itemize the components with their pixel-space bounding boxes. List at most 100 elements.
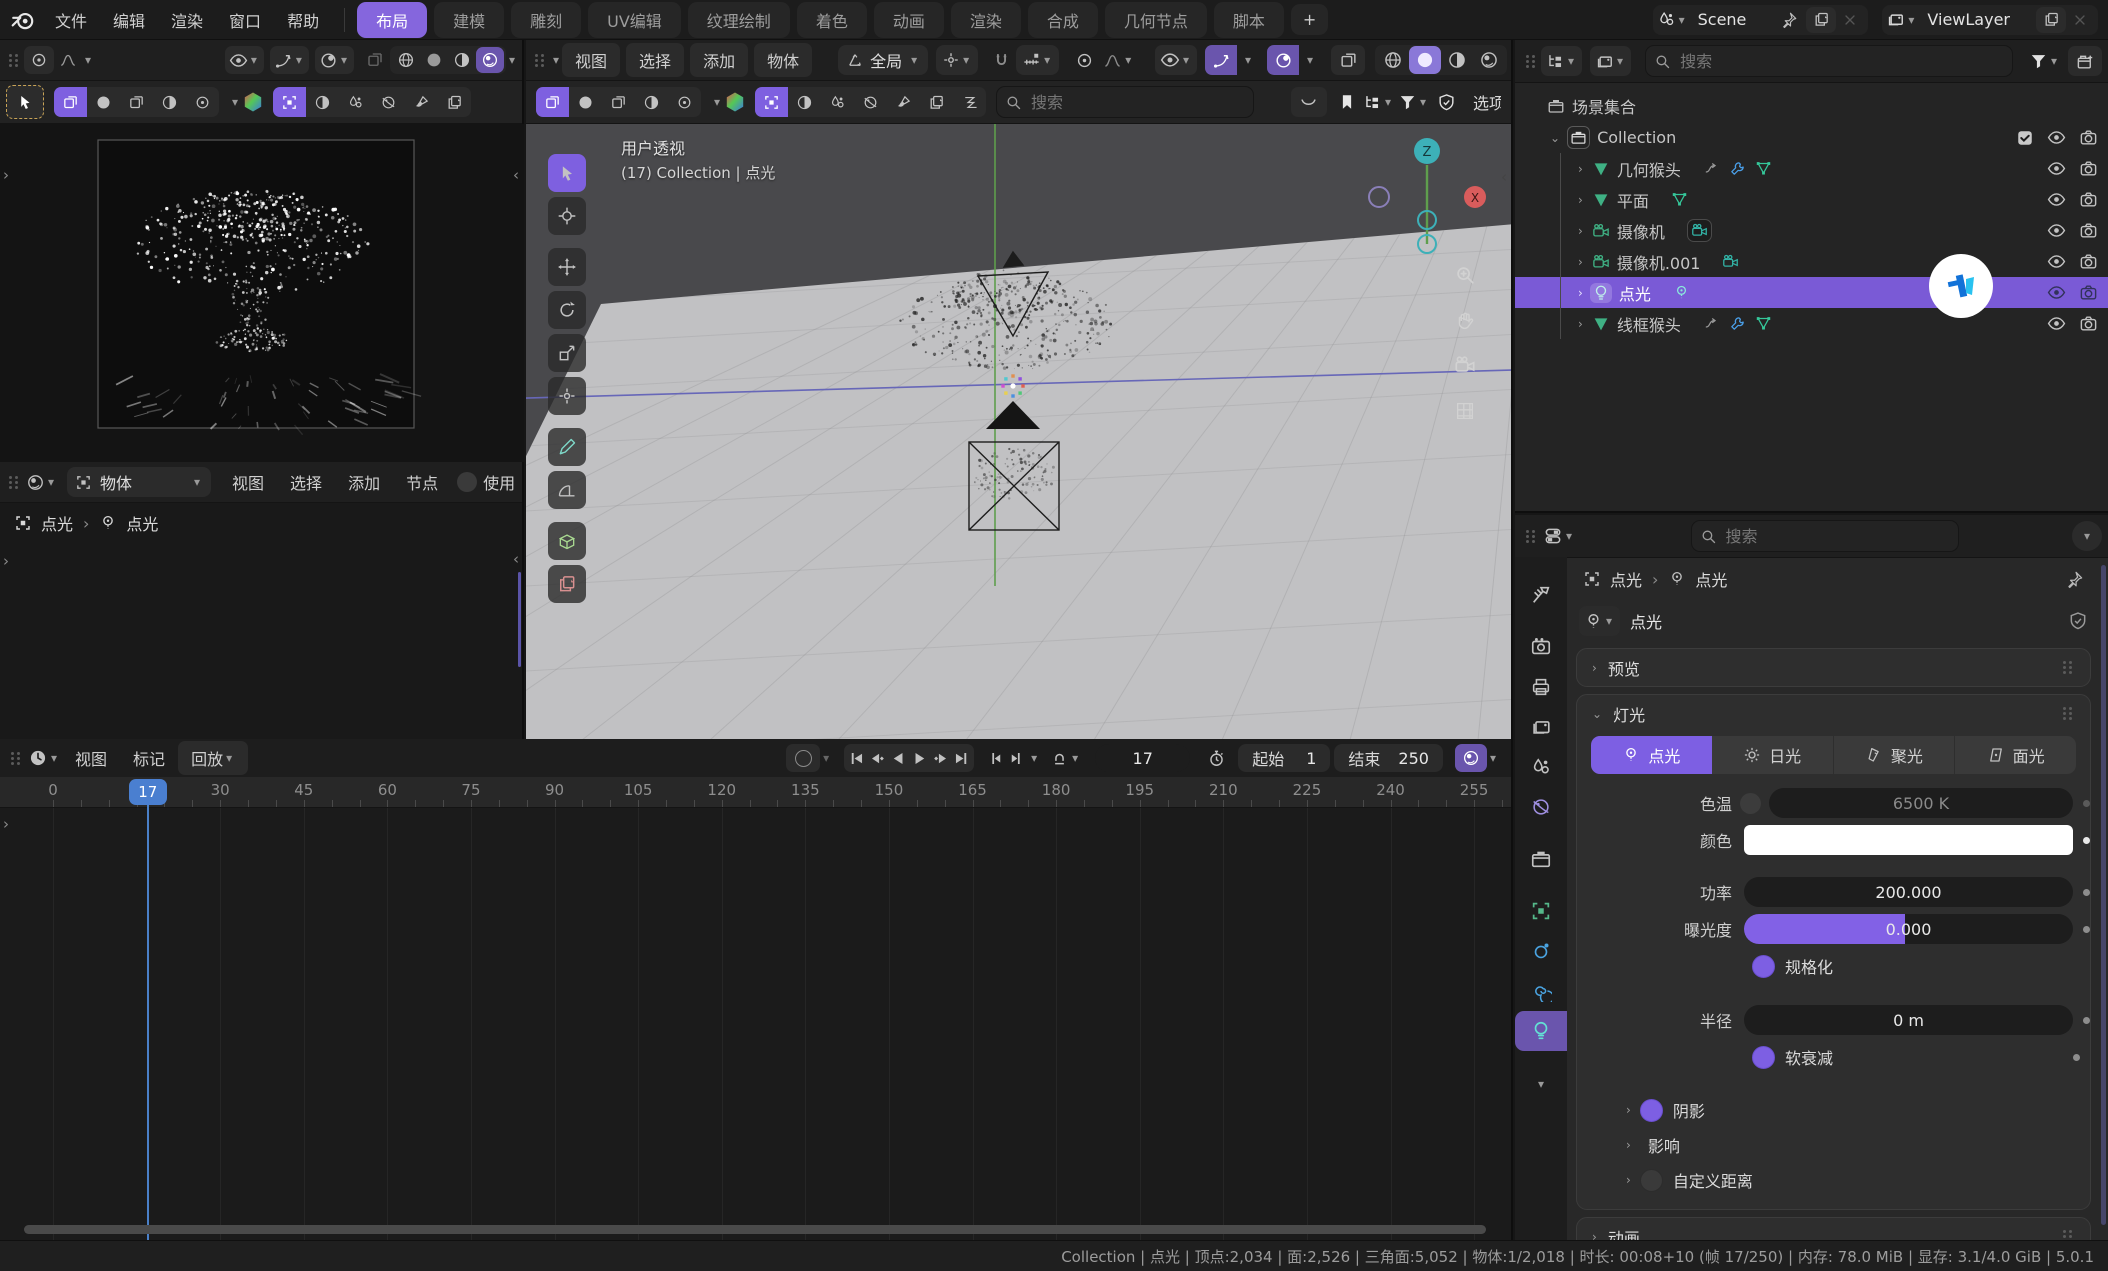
outliner-row-camera-001[interactable]: › 摄像机.001 [1515, 246, 2108, 277]
xray-toggle[interactable] [1331, 45, 1365, 75]
hide-eye-icon[interactable] [2047, 190, 2066, 209]
prev-keyframe-button[interactable] [868, 749, 887, 768]
falloff-shape-icon[interactable] [241, 90, 265, 114]
tool-measure[interactable] [548, 471, 586, 509]
influence-subpanel[interactable]: › 影响 [1577, 1129, 2090, 1161]
tab-shading[interactable]: 着色 [797, 2, 867, 38]
select-mode-intersect-button[interactable] [668, 87, 701, 117]
properties-scrollbar[interactable] [2101, 565, 2106, 1225]
toolbar-expand-arrow[interactable]: › [3, 552, 9, 570]
render-camera-icon[interactable] [2079, 221, 2098, 240]
add-workspace-button[interactable]: + [1291, 4, 1328, 35]
animate-dot[interactable] [2073, 1054, 2080, 1061]
active-tool-button[interactable] [6, 85, 44, 119]
menu-window[interactable]: 窗口 [216, 5, 274, 35]
gizmos-dropdown[interactable]: ▾ [270, 46, 309, 74]
frame-end-field[interactable]: 结束 250 [1334, 744, 1443, 772]
shading-material-button[interactable] [1441, 46, 1473, 74]
sidebar-expand-arrow[interactable]: ‹ [513, 166, 519, 184]
play-button[interactable] [910, 749, 929, 768]
select-mode-intersect-button[interactable] [186, 87, 219, 117]
light-type-spot[interactable]: 聚光 [1833, 736, 1955, 774]
outliner-row-point-light[interactable]: › 点光 [1515, 277, 2108, 308]
proportional-editing-button[interactable] [24, 46, 54, 74]
animate-dot[interactable] [2083, 800, 2090, 807]
datablock-name-field[interactable]: 点光 [1630, 609, 2058, 633]
chevron-down-icon[interactable]: ▾ [506, 53, 518, 67]
soft-falloff-checkbox[interactable] [1752, 1046, 1775, 1069]
pin-icon[interactable] [2065, 570, 2084, 589]
chevron-right-icon[interactable]: › [1575, 255, 1586, 269]
panel-grip-icon[interactable] [2063, 661, 2073, 674]
light-panel-header[interactable]: ⌄ 灯光 [1577, 695, 2090, 732]
mesh-data-icon[interactable] [1755, 315, 1772, 332]
tool-scale[interactable] [548, 334, 586, 372]
frame-step-forward-button[interactable] [1007, 749, 1026, 768]
options-label[interactable]: 选项 [1473, 90, 1501, 114]
use-nodes-toggle[interactable] [457, 472, 477, 492]
timeline-menu-playback[interactable]: 回放▾ [178, 741, 248, 775]
tab-compositing[interactable]: 合成 [1028, 2, 1098, 38]
properties-search-input[interactable] [1724, 526, 1950, 547]
normalize-checkbox[interactable] [1752, 955, 1775, 978]
strip-brush-icon[interactable] [405, 87, 438, 117]
breadcrumb-object[interactable]: 点光 [41, 511, 73, 535]
panel-grip-icon[interactable] [2063, 1230, 2073, 1240]
chevron-down-icon[interactable]: ▾ [711, 95, 723, 109]
tab-uv-editing[interactable]: UV编辑 [588, 2, 681, 38]
tool-search-input[interactable] [1029, 92, 1245, 113]
light-type-point[interactable]: 点光 [1591, 736, 1712, 774]
strip-shading-icon[interactable] [306, 87, 339, 117]
channel-expand-arrow[interactable]: › [3, 815, 9, 833]
xray-toggle[interactable] [360, 46, 390, 74]
strip-select-icon[interactable] [273, 87, 306, 117]
tool-move[interactable] [548, 248, 586, 286]
play-reverse-button[interactable] [889, 749, 908, 768]
chevron-down-icon[interactable]: ⌄ [1547, 131, 1563, 145]
animation-panel[interactable]: › 动画 [1576, 1217, 2091, 1240]
shading-rendered-button[interactable] [1473, 46, 1505, 74]
drag-grip-icon[interactable] [9, 54, 19, 67]
snap-toggle[interactable] [986, 45, 1016, 75]
tab-modeling[interactable]: 建模 [434, 2, 504, 38]
outliner-row-collection[interactable]: ⌄ Collection [1515, 122, 2108, 153]
drag-grip-icon[interactable] [11, 752, 21, 765]
outliner-viewlayer-dropdown[interactable]: ▾ [1590, 46, 1631, 76]
tool-add-primitive[interactable] [548, 522, 586, 560]
shader-menu-node[interactable]: 节点 [393, 467, 451, 497]
current-frame-field[interactable]: 17 [1095, 744, 1190, 772]
outliner-search-wrap[interactable] [1645, 45, 2013, 77]
row-label[interactable]: 平面 [1617, 188, 1649, 212]
tab-rendering[interactable]: 渲染 [951, 2, 1021, 38]
light-data-icon[interactable] [1673, 284, 1690, 301]
menu-help[interactable]: 帮助 [274, 5, 332, 35]
row-label[interactable]: 线框猴头 [1617, 312, 1681, 336]
tool-cursor[interactable] [548, 197, 586, 235]
chevron-down-icon[interactable]: ▾ [229, 95, 241, 109]
overlays-toggle[interactable] [1267, 45, 1299, 75]
strip-world-icon[interactable] [854, 87, 887, 117]
chevron-down-icon[interactable]: ▾ [1028, 751, 1040, 765]
exclude-checkbox[interactable] [2016, 129, 2034, 147]
chevron-right-icon[interactable]: › [1575, 224, 1586, 238]
shader-scrollbar[interactable] [518, 572, 521, 667]
overlays-dropdown[interactable]: ▾ [315, 46, 354, 74]
render-camera-icon[interactable] [2079, 159, 2098, 178]
blender-logo-icon[interactable] [10, 7, 36, 33]
exposure-slider[interactable]: 0.000 [1744, 914, 2073, 944]
viewport-canvas[interactable]: Z X [526, 124, 1513, 739]
jump-to-end-button[interactable] [952, 749, 971, 768]
render-camera-icon[interactable] [2079, 190, 2098, 209]
drag-grip-icon[interactable] [1526, 530, 1536, 543]
autokey-toggle[interactable] [786, 744, 820, 772]
proportional-editing-toggle[interactable] [1069, 45, 1099, 75]
shadow-checkbox[interactable] [1640, 1099, 1663, 1122]
select-mode-extend-button[interactable] [87, 87, 120, 117]
shading-material-button[interactable] [448, 47, 476, 73]
menu-render[interactable]: 渲染 [158, 5, 216, 35]
light-type-sun[interactable]: 日光 [1712, 736, 1833, 774]
preview-panel[interactable]: › 预览 [1576, 648, 2091, 687]
playhead-badge[interactable]: 17 [129, 779, 167, 805]
hide-eye-icon[interactable] [2047, 128, 2066, 147]
shader-menu-view[interactable]: 视图 [219, 467, 277, 497]
